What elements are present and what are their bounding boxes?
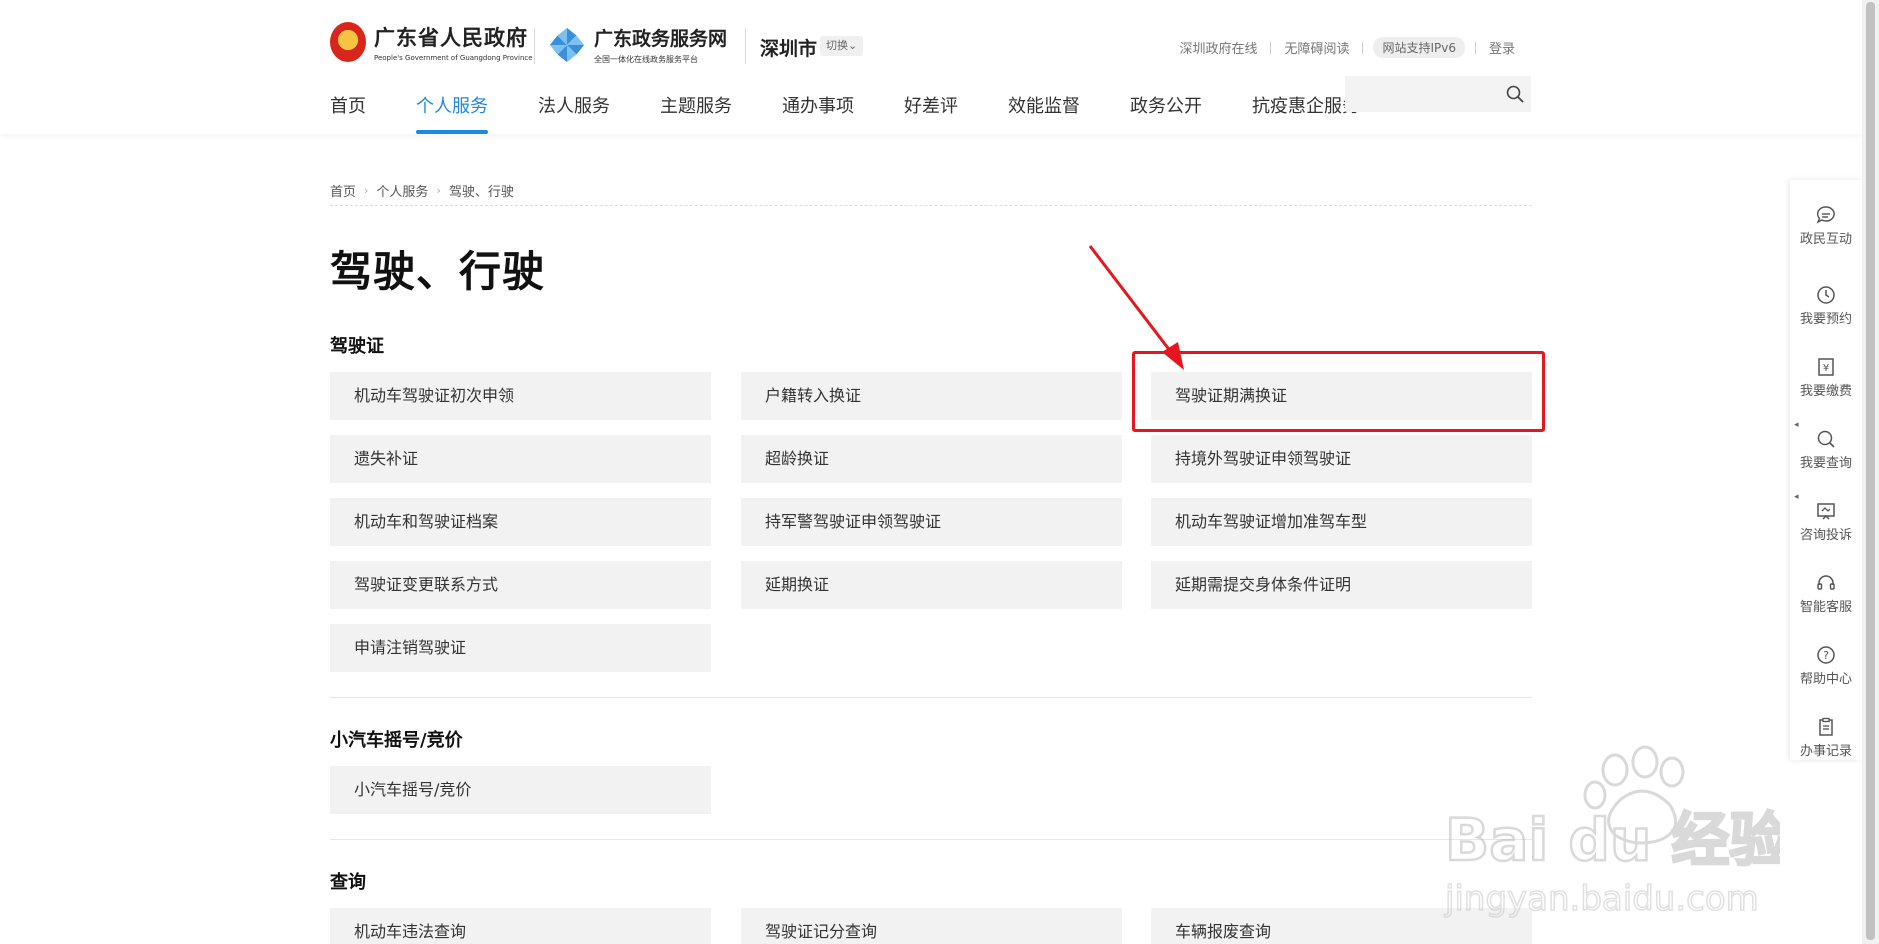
service-tile-license-renewal[interactable]: 驾驶证期满换证: [1151, 372, 1532, 420]
side-item-complaint[interactable]: ◂ 咨询投诉: [1790, 488, 1862, 548]
login-link[interactable]: 登录: [1476, 38, 1515, 57]
service-tile[interactable]: 机动车驾驶证初次申领: [330, 372, 711, 420]
clipboard-icon: [1819, 717, 1833, 736]
page-scrollbar[interactable]: [1862, 0, 1879, 944]
page-title: 驾驶、行驶: [330, 247, 546, 296]
nav-epidemic-services[interactable]: 抗疫惠企服务: [1252, 92, 1360, 134]
link-shenzhen-gov[interactable]: 深圳政府在线: [1166, 38, 1270, 57]
caret-left-icon: ◂: [1794, 420, 1799, 430]
breadcrumb: 首页 › 个人服务 › 驾驶、行驶: [330, 181, 514, 200]
nav-theme-services[interactable]: 主题服务: [660, 92, 732, 134]
side-item-help[interactable]: ? 帮助中心: [1790, 632, 1862, 692]
logo-divider: [534, 28, 535, 64]
chevron-right-icon: ›: [364, 184, 369, 197]
city-switch-button[interactable]: 切换⌄: [820, 36, 864, 56]
section-divider: [330, 697, 1532, 698]
service-tile[interactable]: 机动车驾驶证增加准驾车型: [1151, 498, 1532, 546]
chat-icon: [1816, 206, 1835, 224]
top-links: 深圳政府在线 无障碍阅读 网站支持IPv6 登录: [1166, 37, 1515, 58]
service-tile[interactable]: 申请注销驾驶证: [330, 624, 711, 672]
search-icon[interactable]: [1505, 84, 1525, 104]
main-nav: 首页 个人服务 法人服务 主题服务 通办事项 好差评 效能监督 政务公开 抗疫惠…: [330, 92, 1410, 134]
breadcrumb-personal-services[interactable]: 个人服务: [376, 181, 428, 200]
nav-evaluation[interactable]: 好差评: [904, 92, 958, 134]
baidu-jingyan-watermark: Bai du 经验 jingyan.baidu.com: [1443, 745, 1780, 920]
pinwheel-icon: [549, 27, 585, 62]
ipv6-badge: 网站支持IPv6: [1373, 37, 1465, 58]
clock-icon: [1817, 286, 1835, 304]
service-tile[interactable]: 持境外驾驶证申领驾驶证: [1151, 435, 1532, 483]
chevron-right-icon: ›: [436, 184, 441, 197]
national-emblem-icon: [330, 22, 366, 62]
service-tile[interactable]: 遗失补证: [330, 435, 711, 483]
section-title-car-lottery: 小汽车摇号/竞价: [330, 730, 463, 751]
nav-legal-entity-services[interactable]: 法人服务: [538, 92, 610, 134]
nav-universal-matters[interactable]: 通办事项: [782, 92, 854, 134]
svg-text:¥: ¥: [1823, 363, 1829, 374]
service-tile[interactable]: 超龄换证: [741, 435, 1122, 483]
service-tile[interactable]: 持军警驾驶证申领驾驶证: [741, 498, 1122, 546]
side-item-smart-service[interactable]: 智能客服: [1790, 560, 1862, 620]
search-input[interactable]: [1345, 76, 1531, 112]
service-tile[interactable]: 机动车违法查询: [330, 908, 711, 944]
nav-efficiency-supervision[interactable]: 效能监督: [1008, 92, 1080, 134]
breadcrumb-current: 驾驶、行驶: [448, 185, 514, 200]
link-separator: [1362, 41, 1364, 54]
side-item-payment[interactable]: ¥ 我要缴费: [1790, 344, 1862, 404]
scrollbar-thumb[interactable]: [1866, 2, 1875, 940]
side-item-label: 办事记录: [1799, 744, 1852, 759]
side-item-label: 我要缴费: [1799, 384, 1852, 399]
gov-logo-subtitle: People's Government of Guangdong Provinc…: [374, 54, 533, 62]
side-item-label: 咨询投诉: [1799, 528, 1852, 543]
floating-toolbar: 政民互动 我要预约 ¥ 我要缴费 ◂ 我要查询 ◂ 咨询投诉 智能客服 ? 帮助…: [1790, 180, 1862, 760]
side-item-records[interactable]: 办事记录: [1790, 704, 1862, 764]
annotation-arrow-icon: [1088, 245, 1184, 370]
service-tile[interactable]: 驾驶证记分查询: [741, 908, 1122, 944]
headset-icon: [1817, 575, 1835, 590]
side-item-label: 我要预约: [1799, 312, 1852, 327]
breadcrumb-home[interactable]: 首页: [330, 181, 356, 200]
city-divider: [745, 28, 746, 64]
service-tile[interactable]: 户籍转入换证: [741, 372, 1122, 420]
link-accessibility[interactable]: 无障碍阅读: [1271, 38, 1362, 57]
service-logo-title: 广东政务服务网: [594, 28, 728, 50]
svg-text:?: ?: [1823, 649, 1829, 662]
nav-home[interactable]: 首页: [330, 92, 366, 134]
complaint-icon: [1817, 503, 1835, 520]
breadcrumb-divider: [330, 205, 1532, 206]
side-item-query[interactable]: ◂ 我要查询: [1790, 416, 1862, 476]
gd-service-logo[interactable]: 广东政务服务网 全国一体化在线政务服务平台: [548, 24, 727, 65]
side-item-label: 我要查询: [1799, 456, 1852, 471]
watermark-brand: Bai du 经验: [1445, 806, 1780, 874]
nav-personal-services[interactable]: 个人服务: [416, 92, 488, 134]
help-icon: ?: [1817, 646, 1835, 664]
service-tile[interactable]: 车辆报废查询: [1151, 908, 1532, 944]
service-tile[interactable]: 延期换证: [741, 561, 1122, 609]
side-item-label: 智能客服: [1799, 600, 1852, 615]
search-icon: [1817, 430, 1835, 448]
gov-logo-title: 广东省人民政府: [374, 26, 528, 50]
nav-government-affairs[interactable]: 政务公开: [1130, 92, 1202, 134]
section-title-license: 驾驶证: [330, 336, 384, 357]
service-tile[interactable]: 驾驶证变更联系方式: [330, 561, 711, 609]
payment-icon: ¥: [1818, 358, 1834, 376]
side-item-label: 政民互动: [1799, 232, 1852, 247]
side-item-appointment[interactable]: 我要预约: [1790, 272, 1862, 332]
current-city: 深圳市: [760, 38, 818, 60]
side-item-label: 帮助中心: [1799, 672, 1852, 687]
guangdong-gov-logo[interactable]: 广东省人民政府 People's Government of Guangdong…: [330, 22, 533, 62]
service-tile[interactable]: 小汽车摇号/竞价: [330, 766, 711, 814]
service-logo-subtitle: 全国一体化在线政务服务平台: [594, 55, 698, 64]
section-divider: [330, 839, 1532, 840]
side-item-interaction[interactable]: 政民互动: [1790, 192, 1862, 252]
caret-left-icon: ◂: [1794, 492, 1799, 502]
service-tile[interactable]: 延期需提交身体条件证明: [1151, 561, 1532, 609]
site-header: 广东省人民政府 People's Government of Guangdong…: [0, 0, 1862, 134]
service-tile[interactable]: 机动车和驾驶证档案: [330, 498, 711, 546]
section-title-query: 查询: [330, 872, 366, 893]
